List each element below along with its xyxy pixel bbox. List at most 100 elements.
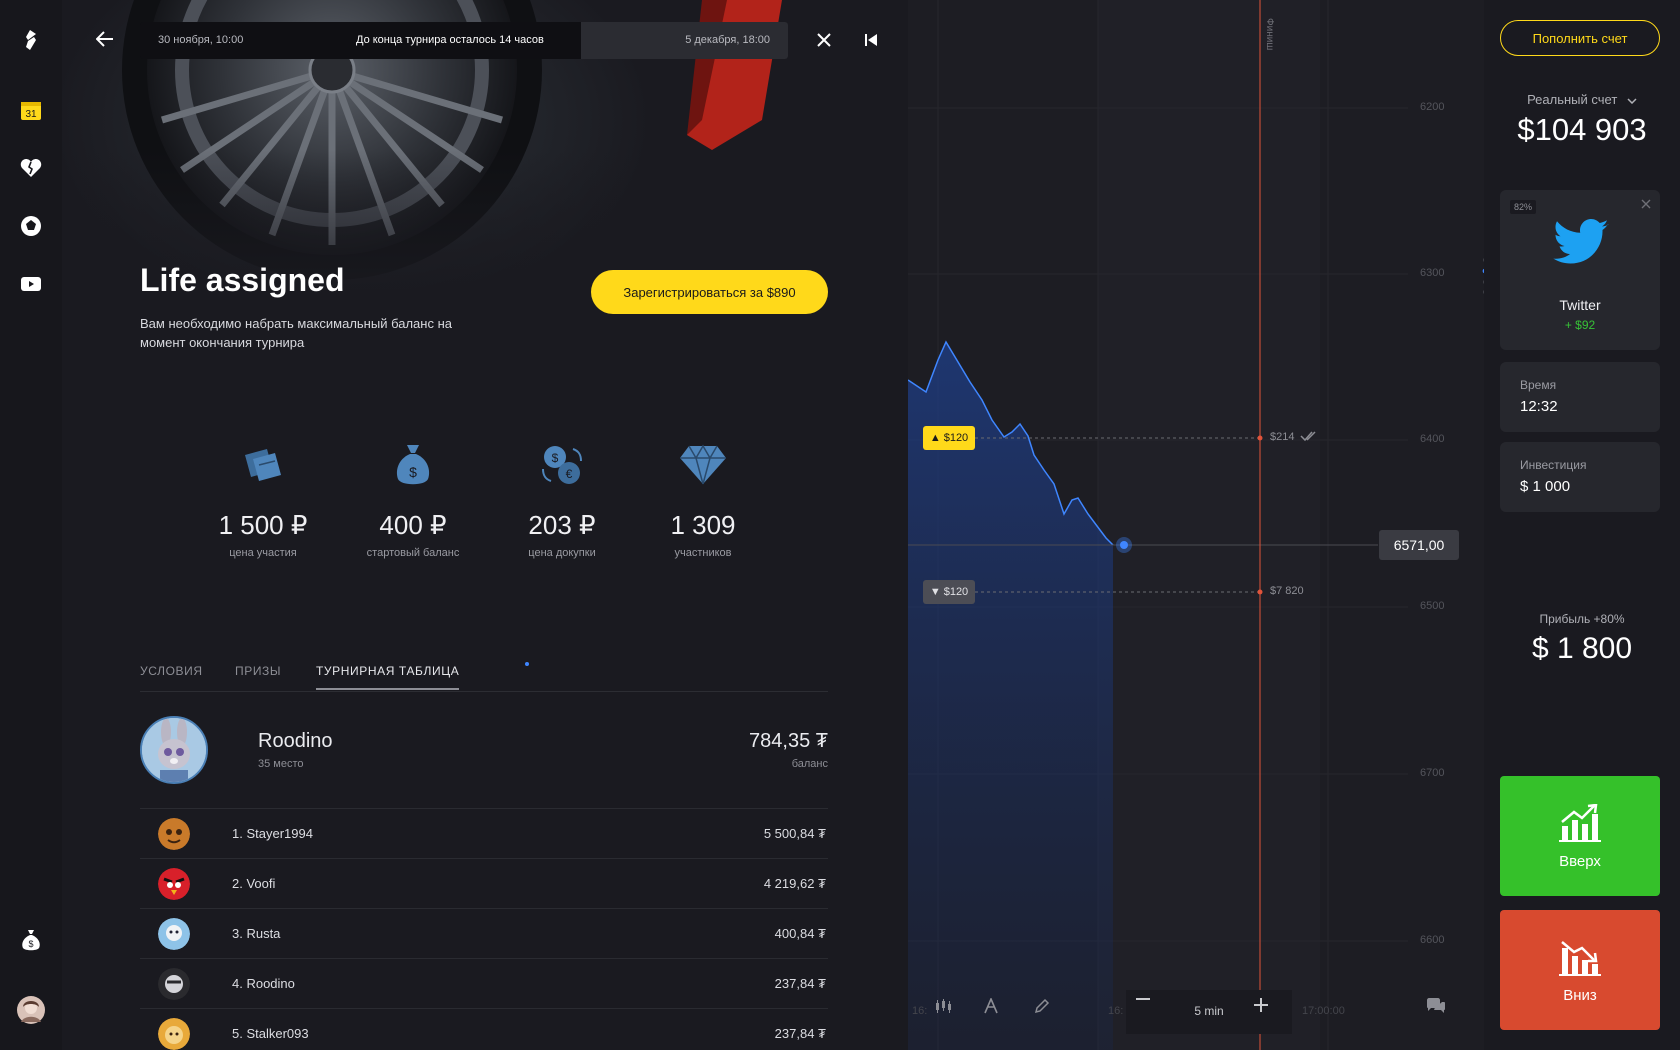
svg-text:€: € bbox=[566, 467, 573, 481]
calendar-icon[interactable]: 31 bbox=[15, 94, 47, 126]
stat-value: 1 500 ₽ bbox=[218, 510, 308, 540]
timeline-remaining-label: До конца турнира осталось 14 часов bbox=[356, 34, 544, 46]
asset-card[interactable]: 82% Twitter + $92 bbox=[1500, 190, 1660, 350]
up-button[interactable]: Вверх bbox=[1500, 776, 1660, 896]
timeframe-control: 5 min bbox=[1126, 990, 1292, 1034]
chart-down-icon bbox=[1559, 941, 1601, 976]
investment-selector[interactable]: Инвестиция $ 1 000 bbox=[1500, 442, 1660, 512]
time-label: Время bbox=[1520, 378, 1557, 392]
deposit-button[interactable]: Пополнить счет bbox=[1500, 20, 1660, 56]
heart-broken-icon[interactable] bbox=[15, 152, 47, 184]
sports-ball-icon[interactable] bbox=[15, 210, 47, 242]
stat-value: 1 309 bbox=[670, 510, 736, 540]
account-selector[interactable]: Реальный счет bbox=[1484, 92, 1680, 107]
current-point bbox=[1120, 541, 1128, 549]
stat-participants: 1 309 участников bbox=[628, 440, 778, 559]
player-name: 5. Stalker093 bbox=[232, 1026, 309, 1041]
indicators-icon[interactable] bbox=[984, 998, 1012, 1026]
chart-canvas bbox=[908, 0, 1408, 1050]
my-position-card: Roodino 35 место 784,35 ₮ баланс bbox=[140, 714, 828, 796]
account-balance: $104 903 bbox=[1517, 112, 1647, 147]
current-price-tag: 6571,00 bbox=[1379, 530, 1459, 560]
close-icon[interactable] bbox=[810, 26, 838, 54]
diamond-icon bbox=[628, 440, 778, 490]
candlestick-icon[interactable] bbox=[934, 998, 962, 1026]
profit-value: $ 1 800 bbox=[1531, 632, 1633, 665]
back-arrow-icon[interactable] bbox=[90, 24, 120, 54]
video-icon[interactable] bbox=[15, 268, 47, 300]
time-value: 12:32 bbox=[1520, 398, 1558, 415]
stat-value: 400 ₽ bbox=[379, 510, 447, 540]
tab-prizes[interactable]: ПРИЗЫ bbox=[235, 664, 281, 688]
leaderboard-row[interactable]: 5. Stalker093 237,84 ₮ bbox=[140, 1008, 828, 1050]
stat-label: участников bbox=[674, 547, 732, 559]
player-avatar bbox=[158, 868, 190, 900]
draw-pencil-icon[interactable] bbox=[1034, 998, 1062, 1026]
player-score: 237,84 ₮ bbox=[774, 976, 826, 991]
y-tick: 6200 bbox=[1420, 101, 1445, 113]
logo-icon[interactable] bbox=[15, 24, 47, 56]
player-score: 5 500,84 ₮ bbox=[763, 826, 826, 841]
register-button[interactable]: Зарегистрироваться за $890 bbox=[591, 270, 828, 314]
chevron-down-icon bbox=[1627, 98, 1637, 105]
timeline-start: 30 ноября, 10:00 bbox=[158, 34, 244, 46]
leaderboard-row[interactable]: 1. Stayer1994 5 500,84 ₮ bbox=[140, 808, 828, 858]
stat-label: цена докупки bbox=[528, 547, 596, 559]
close-asset-icon[interactable] bbox=[1638, 196, 1654, 212]
skip-to-start-icon[interactable] bbox=[857, 26, 885, 54]
y-tick: 6600 bbox=[1420, 934, 1445, 946]
account-type: Реальный счет bbox=[1527, 92, 1618, 107]
profit-label: Прибыль +80% bbox=[1539, 612, 1625, 626]
my-place: 35 место bbox=[258, 758, 304, 770]
exchange-icon: $ € bbox=[487, 440, 637, 490]
player-avatar bbox=[158, 918, 190, 950]
player-name: 4. Roodino bbox=[232, 976, 295, 991]
chat-icon[interactable] bbox=[1426, 998, 1454, 1026]
bet-down-tag[interactable]: ▼ $120 bbox=[923, 580, 975, 604]
tournament-panel: 30 ноября, 10:00 До конца турнира остало… bbox=[62, 0, 908, 1050]
y-tick: 6700 bbox=[1420, 767, 1445, 779]
expiry-band bbox=[1098, 0, 1320, 1050]
y-tick: 6300 bbox=[1420, 267, 1445, 279]
tournament-tabs: УСЛОВИЯ ПРИЗЫ ТУРНИРНАЯ ТАБЛИЦА bbox=[140, 660, 828, 692]
svg-text:$: $ bbox=[552, 451, 559, 465]
bet-up-amount: $120 bbox=[943, 432, 969, 444]
player-score: 237,84 ₮ bbox=[774, 1026, 826, 1041]
money-bag-nav-icon[interactable]: $ bbox=[15, 924, 47, 956]
leaderboard-row[interactable]: 4. Roodino 237,84 ₮ bbox=[140, 958, 828, 1008]
asset-profit: + $92 bbox=[1564, 318, 1596, 332]
money-bag-icon: $ bbox=[338, 440, 488, 490]
timeframe-label: 5 min bbox=[1194, 1004, 1224, 1018]
player-name: 3. Rusta bbox=[232, 926, 281, 941]
price-chart[interactable]: Финиш 6200 6300 6400 6500 6700 6600 6571… bbox=[908, 0, 1484, 1050]
tab-conditions[interactable]: УСЛОВИЯ bbox=[140, 664, 203, 688]
investment-value: $ 1 000 bbox=[1520, 478, 1571, 495]
down-button[interactable]: Вниз bbox=[1500, 910, 1660, 1030]
up-label: Вверх bbox=[1559, 853, 1601, 870]
player-name: 1. Stayer1994 bbox=[232, 826, 313, 841]
asset-payout-percent: 82% bbox=[1510, 200, 1537, 214]
tab-leaderboard[interactable]: ТУРНИРНАЯ ТАБЛИЦА bbox=[316, 664, 460, 690]
player-name: 2. Voofi bbox=[232, 876, 276, 891]
player-avatar bbox=[158, 968, 190, 1000]
leaderboard-row[interactable]: 3. Rusta 400,84 ₮ bbox=[140, 908, 828, 958]
time-label: 17:00:00 bbox=[1302, 1005, 1345, 1017]
stat-value: 203 ₽ bbox=[528, 510, 596, 540]
stat-entry-price: 1 500 ₽ цена участия bbox=[188, 440, 338, 559]
zoom-out-button[interactable] bbox=[1136, 998, 1164, 1026]
time-selector[interactable]: Время 12:32 bbox=[1500, 362, 1660, 432]
finish-label: Финиш bbox=[1264, 18, 1275, 51]
down-label: Вниз bbox=[1563, 987, 1597, 1004]
zoom-in-button[interactable] bbox=[1254, 998, 1282, 1026]
player-score: 400,84 ₮ bbox=[774, 926, 826, 941]
leaderboard-row[interactable]: 2. Voofi 4 219,62 ₮ bbox=[140, 858, 828, 908]
tournament-title: Life assigned bbox=[140, 262, 345, 298]
user-avatar[interactable] bbox=[15, 994, 47, 1026]
svg-text:31: 31 bbox=[25, 109, 37, 120]
tournament-timeline: 30 ноября, 10:00 До конца турнира остало… bbox=[140, 22, 788, 59]
triangle-up-icon: ▲ bbox=[929, 432, 941, 444]
twitter-icon bbox=[1551, 218, 1611, 270]
chart-up-icon bbox=[1559, 804, 1601, 842]
bet-up-tag[interactable]: ▲ $120 bbox=[923, 426, 975, 450]
stat-rebuy-price: $ € 203 ₽ цена докупки bbox=[487, 440, 637, 559]
